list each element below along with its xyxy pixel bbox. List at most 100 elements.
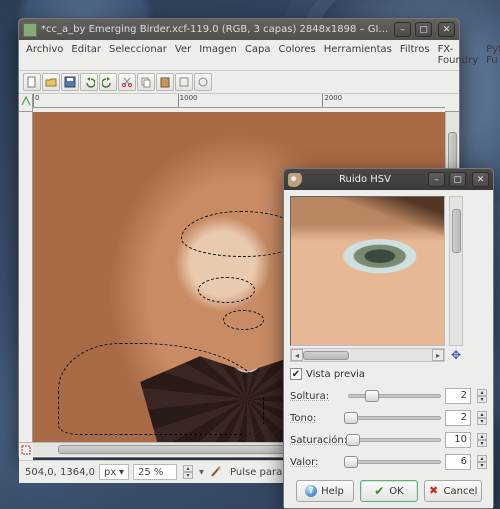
preview-scrollbar-horizontal[interactable]: ◂ ▸ bbox=[290, 348, 445, 362]
help-icon bbox=[305, 485, 317, 497]
cancel-button-label: Cancel bbox=[444, 486, 478, 497]
slider-row: Tono: 2 ▴▾ bbox=[290, 410, 487, 426]
slider-knob[interactable] bbox=[344, 412, 358, 424]
ok-icon: ✔ bbox=[373, 485, 385, 497]
step-up[interactable]: ▴ bbox=[477, 433, 487, 440]
menu-fx-foundry[interactable]: FX-Foundry bbox=[435, 42, 482, 68]
menu-editar[interactable]: Editar bbox=[68, 42, 104, 68]
menu-imagen[interactable]: Imagen bbox=[196, 42, 240, 68]
ruler-right-cap bbox=[445, 94, 459, 112]
menu-ver[interactable]: Ver bbox=[172, 42, 194, 68]
help-button[interactable]: Help bbox=[296, 480, 354, 502]
ruler-corner[interactable] bbox=[19, 94, 33, 112]
tool-undo-icon[interactable] bbox=[80, 73, 98, 91]
slider-label: Valor: bbox=[290, 457, 344, 468]
slider-value-field[interactable]: 10 bbox=[445, 432, 471, 448]
dialog-titlebar[interactable]: Ruido HSV – ▢ ✕ bbox=[284, 169, 493, 190]
slider-value-field[interactable]: 2 bbox=[445, 410, 471, 426]
slider-row: Soltura: 2 ▴▾ bbox=[290, 388, 487, 404]
chevron-down-icon: ▾ bbox=[119, 467, 124, 478]
unit-label: px bbox=[104, 467, 116, 478]
main-window-title: *cc_a_by Emerging Birder.xcf-119.0 (RGB,… bbox=[41, 24, 390, 35]
ok-button[interactable]: ✔ OK bbox=[360, 480, 418, 502]
dialog-maximize-button[interactable]: ▢ bbox=[449, 172, 466, 187]
preview-checkbox-label: Vista previa bbox=[306, 369, 365, 380]
tool-new-icon[interactable] bbox=[23, 73, 41, 91]
scroll-left-icon[interactable]: ◂ bbox=[291, 349, 303, 361]
menu-archivo[interactable]: Archivo bbox=[23, 42, 66, 68]
file-toolbar bbox=[19, 71, 459, 94]
slider-row: Saturación:10▴▾ bbox=[290, 432, 487, 448]
step-up[interactable]: ▴ bbox=[477, 411, 487, 418]
brush-hint-icon bbox=[210, 466, 222, 478]
slider-track[interactable] bbox=[348, 460, 441, 464]
slider-knob[interactable] bbox=[346, 434, 360, 446]
maximize-button[interactable]: ▢ bbox=[415, 22, 432, 37]
preview-scrollbar-vertical[interactable] bbox=[449, 196, 463, 346]
menu-seleccionar[interactable]: Seleccionar bbox=[106, 42, 170, 68]
tool-paste-icon[interactable] bbox=[156, 73, 174, 91]
tool-redo-icon[interactable] bbox=[99, 73, 117, 91]
ok-button-label: OK bbox=[389, 486, 403, 497]
main-titlebar[interactable]: *cc_a_by Emerging Birder.xcf-119.0 (RGB,… bbox=[19, 19, 459, 40]
step-down[interactable]: ▾ bbox=[477, 440, 487, 447]
slider-label: Soltura: bbox=[290, 391, 344, 402]
tool-copy-icon[interactable] bbox=[137, 73, 155, 91]
menu-capa[interactable]: Capa bbox=[242, 42, 274, 68]
ruler-tick: 1000 bbox=[178, 94, 198, 108]
dialog-title: Ruido HSV bbox=[306, 174, 424, 185]
ruler-tick: 0 bbox=[33, 94, 39, 108]
tool-extra2-icon[interactable] bbox=[194, 73, 212, 91]
tool-open-icon[interactable] bbox=[42, 73, 60, 91]
cancel-button[interactable]: ✖ Cancel bbox=[424, 480, 482, 502]
close-button[interactable]: ✕ bbox=[438, 22, 455, 37]
scroll-thumb[interactable] bbox=[452, 209, 461, 253]
ruler-tick: 2000 bbox=[322, 94, 342, 108]
zoom-step-down[interactable]: ▾ bbox=[183, 472, 193, 479]
slider-knob[interactable] bbox=[365, 390, 379, 402]
menu-python-fu[interactable]: Python-Fu bbox=[483, 42, 500, 68]
slider-track[interactable] bbox=[348, 394, 441, 398]
ruler-vertical[interactable] bbox=[19, 112, 33, 442]
scroll-right-icon[interactable]: ▸ bbox=[432, 349, 444, 361]
gimp-wilber-icon bbox=[288, 173, 302, 187]
preview-checkbox[interactable]: ✔ bbox=[290, 368, 302, 380]
filter-preview[interactable] bbox=[290, 196, 445, 346]
menu-herramientas[interactable]: Herramientas bbox=[321, 42, 395, 68]
step-down[interactable]: ▾ bbox=[477, 418, 487, 425]
menu-filtros[interactable]: Filtros bbox=[397, 42, 433, 68]
slider-row: Valor: 6 ▴▾ bbox=[290, 454, 487, 470]
dialog-close-button[interactable]: ✕ bbox=[472, 172, 489, 187]
slider-value-field[interactable]: 2 bbox=[445, 388, 471, 404]
slider-track[interactable] bbox=[348, 416, 441, 420]
help-button-label: Help bbox=[321, 486, 344, 497]
tool-cut-icon[interactable] bbox=[118, 73, 136, 91]
scroll-thumb[interactable] bbox=[303, 351, 349, 360]
unit-selector[interactable]: px ▾ bbox=[99, 464, 129, 480]
zoom-value: 25 % bbox=[138, 467, 163, 478]
ruler-horizontal[interactable]: 0 1000 2000 bbox=[33, 94, 445, 108]
status-coords: 504,0, 1364,0 bbox=[25, 467, 95, 478]
menubar: ArchivoEditarSeleccionarVerImagenCapaCol… bbox=[19, 40, 459, 71]
selection-marquee bbox=[223, 310, 264, 330]
zoom-field[interactable]: 25 % bbox=[133, 464, 177, 480]
step-up[interactable]: ▴ bbox=[477, 455, 487, 462]
slider-label: Tono: bbox=[290, 413, 344, 424]
dialog-minimize-button[interactable]: – bbox=[428, 172, 445, 187]
zoom-step-up[interactable]: ▴ bbox=[183, 465, 193, 472]
step-down[interactable]: ▾ bbox=[477, 462, 487, 469]
step-down[interactable]: ▾ bbox=[477, 396, 487, 403]
sliders-group: Soltura:2▴▾Tono:2▴▾Saturación:10▴▾Valor:… bbox=[290, 388, 487, 470]
menu-colores[interactable]: Colores bbox=[275, 42, 318, 68]
tool-save-icon[interactable] bbox=[61, 73, 79, 91]
slider-track[interactable] bbox=[348, 438, 441, 442]
zoom-dropdown-icon[interactable]: ▾ bbox=[197, 467, 206, 478]
check-icon: ✔ bbox=[292, 369, 300, 380]
step-up[interactable]: ▴ bbox=[477, 389, 487, 396]
preview-navigate-icon[interactable]: ✥ bbox=[449, 348, 463, 362]
minimize-button[interactable]: – bbox=[394, 22, 411, 37]
tool-extra1-icon[interactable] bbox=[175, 73, 193, 91]
qmask-toggle-icon[interactable] bbox=[19, 442, 33, 460]
slider-value-field[interactable]: 6 bbox=[445, 454, 471, 470]
slider-knob[interactable] bbox=[344, 456, 358, 468]
